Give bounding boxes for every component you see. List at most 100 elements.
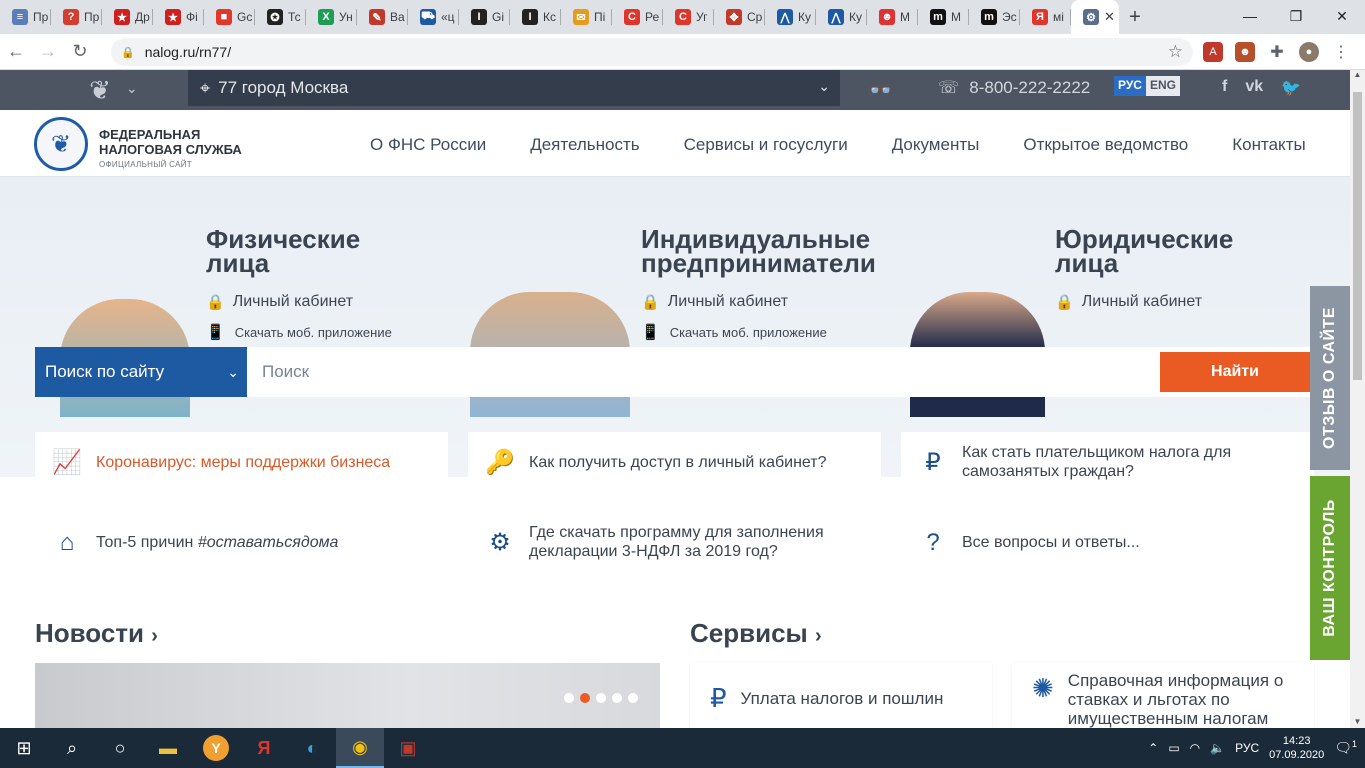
browser-tab[interactable]: ☻ М — [867, 0, 918, 34]
page-scrollbar[interactable]: ▲ ▼ — [1350, 70, 1365, 728]
browser-tab[interactable]: ★ Фі — [153, 0, 204, 34]
browser-tab[interactable]: mМ — [918, 0, 969, 34]
logo-text[interactable]: ФЕДЕРАЛЬНАЯ НАЛОГОВАЯ СЛУЖБА ОФИЦИАЛЬНЫЙ… — [99, 127, 242, 172]
twitter-icon[interactable]: 🐦 — [1281, 78, 1301, 98]
browser-tab[interactable]: ≡ Пр — [0, 0, 51, 34]
facebook-icon[interactable]: f — [1222, 78, 1227, 98]
browser-tab[interactable]: I Gi — [459, 0, 510, 34]
vk-icon[interactable]: vk — [1245, 78, 1263, 98]
yandex-browser-icon[interactable]: Y — [192, 728, 240, 768]
volume-icon[interactable]: 🔈 — [1210, 741, 1225, 755]
browser-tab[interactable]: Ямі — [1020, 0, 1071, 34]
network-icon[interactable]: ▭ — [1168, 741, 1179, 755]
quick-link-cabinet-access[interactable]: 🔑 Как получить доступ в личный кабинет? — [468, 432, 881, 492]
segment-title[interactable]: Физические лица — [206, 226, 392, 276]
extension-icon[interactable]: ☻ — [1235, 42, 1255, 62]
browser-tab[interactable]: ⋀ Ку — [765, 0, 816, 34]
forward-button[interactable]: → — [32, 41, 64, 62]
quick-link-self-employed[interactable]: ₽ Как стать плательщиком налога для само… — [901, 432, 1314, 492]
scroll-up-arrow[interactable]: ▲ — [1350, 70, 1365, 79]
hotline[interactable]: ☏ 8-800-222-2222 — [938, 78, 1090, 98]
segment-title[interactable]: Индивидуальные предприниматели — [641, 226, 876, 276]
close-window-button[interactable]: ✕ — [1319, 0, 1365, 32]
app-download-link[interactable]: 📱 Скачать моб. приложение — [641, 323, 876, 341]
close-tab-icon[interactable]: ✕ — [1104, 9, 1115, 25]
nav-documents[interactable]: Документы — [892, 135, 980, 155]
carousel-dot[interactable] — [596, 693, 606, 703]
browser-tab[interactable]: ■ Gc — [204, 0, 255, 34]
quick-link-declaration-program[interactable]: ⚙ Где скачать программу для заполнения д… — [468, 512, 881, 572]
search-scope-select[interactable]: Поиск по сайту ⌄ — [35, 347, 247, 397]
browser-tab[interactable]: ⛟ «ц — [408, 0, 459, 34]
browser-tab[interactable]: C Уг — [663, 0, 714, 34]
browser-tab[interactable]: ✉ Пі — [561, 0, 612, 34]
region-selector[interactable]: ⌖ 77 город Москва ⌄ — [188, 70, 840, 106]
scroll-down-arrow[interactable]: ▼ — [1350, 717, 1365, 726]
browser-tab[interactable]: m Эс — [969, 0, 1020, 34]
address-bar[interactable]: 🔒 nalog.ru/rn77/ ☆ — [111, 38, 1193, 66]
scrollbar-thumb[interactable] — [1353, 92, 1362, 380]
nav-open-agency[interactable]: Открытое ведомство — [1023, 135, 1188, 155]
carousel-dot[interactable] — [564, 693, 574, 703]
app-download-link[interactable]: 📱 Скачать моб. приложение — [206, 323, 392, 341]
nav-activity[interactable]: Деятельность — [530, 135, 639, 155]
browser-tab[interactable]: ✥ Ср — [714, 0, 765, 34]
search-icon[interactable]: ⌕ — [48, 728, 96, 768]
lang-en-button[interactable]: ENG — [1145, 76, 1180, 96]
puzzle-icon[interactable]: ✚ — [1267, 42, 1287, 62]
profile-avatar[interactable]: ● — [1299, 42, 1319, 62]
browser-tab[interactable]: X Ун — [306, 0, 357, 34]
active-tab[interactable]: ⚙ ✕ — [1071, 0, 1119, 34]
start-button[interactable]: ⊞ — [0, 728, 48, 768]
edge-icon[interactable]: ◐ — [288, 728, 336, 768]
maximize-button[interactable]: ❐ — [1273, 0, 1319, 32]
browser-tab[interactable]: ? Пр — [51, 0, 102, 34]
minimize-button[interactable]: — — [1227, 0, 1273, 32]
wifi-icon[interactable]: ◠ — [1190, 741, 1200, 755]
browser-tab[interactable]: ★ Др — [102, 0, 153, 34]
nav-contacts[interactable]: Контакты — [1232, 135, 1305, 155]
quick-link-all-questions[interactable]: ? Все вопросы и ответы... — [901, 512, 1314, 572]
emblem-icon[interactable]: ❦ — [84, 74, 116, 106]
quick-link-stay-home[interactable]: ⌂ Топ-5 причин #оставатьсядома — [35, 512, 448, 572]
feedback-side-tab[interactable]: ОТЗЫВ О САЙТЕ — [1310, 286, 1350, 470]
back-button[interactable]: ← — [0, 41, 32, 62]
service-pay-taxes[interactable]: ₽ Уплата налогов и пошлин — [690, 663, 992, 728]
search-button[interactable]: Найти — [1160, 352, 1310, 392]
nav-services[interactable]: Сервисы и госуслуги — [684, 135, 848, 155]
yandex-icon[interactable]: Я — [240, 728, 288, 768]
notifications-icon[interactable]: 🗨1 — [1334, 739, 1357, 757]
browser-tab[interactable]: C Ре — [612, 0, 663, 34]
fns-logo[interactable]: ❦ — [34, 117, 88, 171]
new-tab-button[interactable]: + — [1119, 6, 1151, 29]
browser-tab[interactable]: ✎ Ва — [357, 0, 408, 34]
browser-tab[interactable]: ⋀ Ку — [816, 0, 867, 34]
carousel-dot[interactable] — [628, 693, 638, 703]
service-property-tax-info[interactable]: ✺ Справочная информация о ставках и льго… — [1012, 663, 1314, 728]
browser-tab[interactable]: ✪ Тс — [255, 0, 306, 34]
carousel-dot-active[interactable] — [580, 693, 590, 703]
chevron-down-icon[interactable]: ⌄ — [126, 80, 138, 97]
file-explorer-icon[interactable]: ▬ — [144, 728, 192, 768]
reload-button[interactable]: ↻ — [64, 41, 96, 62]
bookmark-star-icon[interactable]: ☆ — [1168, 42, 1183, 62]
cabinet-link[interactable]: 🔒 Личный кабинет — [1055, 293, 1233, 311]
carousel-dot[interactable] — [612, 693, 622, 703]
lang-ru-button[interactable]: РУС — [1114, 76, 1146, 96]
browser-tab[interactable]: I Кс — [510, 0, 561, 34]
accessibility-glasses-icon[interactable]: 👓 — [868, 78, 893, 103]
search-input[interactable] — [247, 347, 1310, 397]
cabinet-link[interactable]: 🔒 Личный кабинет — [641, 293, 876, 311]
cabinet-link[interactable]: 🔒 Личный кабинет — [206, 293, 392, 311]
language-indicator[interactable]: РУС — [1235, 741, 1259, 755]
pdf-extension-icon[interactable]: A — [1203, 42, 1223, 62]
chevron-up-icon[interactable]: ⌃ — [1148, 741, 1158, 755]
app-icon[interactable]: ▣ — [384, 728, 432, 768]
clock[interactable]: 14:23 07.09.2020 — [1269, 734, 1324, 762]
news-heading[interactable]: Новости › — [35, 618, 158, 649]
segment-title[interactable]: Юридические лица — [1055, 226, 1233, 276]
menu-icon[interactable]: ⋮ — [1331, 42, 1351, 62]
nav-about[interactable]: О ФНС России — [370, 135, 486, 155]
quick-link-coronavirus[interactable]: 📈 Коронавирус: меры поддержки бизнеса — [35, 432, 448, 492]
services-heading[interactable]: Сервисы › — [690, 618, 822, 649]
